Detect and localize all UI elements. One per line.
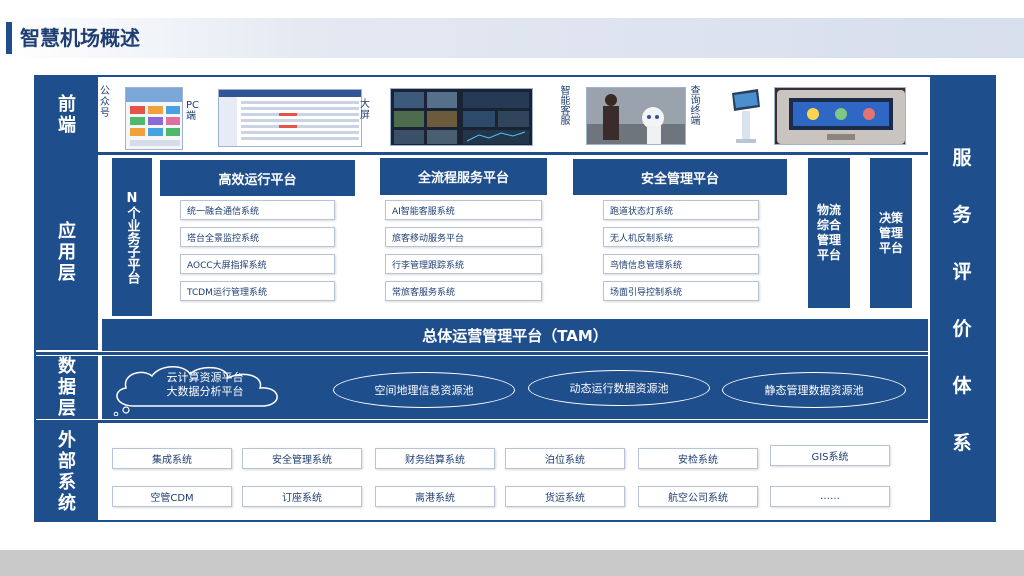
external-system: 安检系统 — [638, 448, 758, 469]
data-pool: 静态管理数据资源池 — [722, 372, 906, 408]
subsystem-item: 塔台全景监控系统 — [180, 227, 335, 247]
n-business-subplatforms: N个业务子平台 — [112, 158, 152, 316]
label-query-terminal: 查询终端 — [688, 85, 699, 125]
subsystem-item: 鸟情信息管理系统 — [603, 254, 759, 274]
cloud-computing-label: 云计算资源平台 — [166, 371, 244, 384]
subsystem-item: AI智能客服系统 — [385, 200, 542, 220]
kiosk-thumbnail — [720, 87, 770, 145]
subsystem-item: 常旅客服务系统 — [385, 281, 542, 301]
external-system: 订座系统 — [242, 486, 362, 507]
layer-label-external: 外 部 系 统 — [36, 423, 98, 520]
header-bar — [0, 18, 1024, 58]
header-accent — [6, 22, 12, 54]
external-system: 空管CDM — [112, 486, 232, 507]
service-evaluation-char: 服 — [952, 146, 972, 169]
external-system: 航空公司系统 — [638, 486, 758, 507]
platform-safety-management: 安全管理平台 — [573, 159, 787, 195]
external-system: 泊位系统 — [505, 448, 625, 469]
subsystem-item: TCDM运行管理系统 — [180, 281, 335, 301]
subsystem-item: 跑道状态灯系统 — [603, 200, 759, 220]
platform-full-service: 全流程服务平台 — [380, 158, 547, 195]
footer-bar — [0, 550, 1024, 576]
subsystem-item: 行李管理跟踪系统 — [385, 254, 542, 274]
pc-thumbnail — [218, 89, 362, 147]
external-system: GIS系统 — [770, 445, 890, 466]
data-pool: 动态运行数据资源池 — [528, 370, 710, 406]
service-evaluation-char: 系 — [952, 431, 972, 454]
external-system: 安全管理系统 — [242, 448, 362, 469]
layer-label-app: 应 用 层 — [36, 155, 98, 350]
service-evaluation-char: 务 — [952, 203, 972, 226]
label-pc: PC端 — [186, 100, 200, 122]
label-public-account: 公众号 — [100, 86, 110, 119]
platform-efficient-operation: 高效运行平台 — [160, 160, 355, 196]
label-big-screen: 大屏 — [360, 99, 370, 121]
service-evaluation-char: 体 — [952, 374, 972, 397]
tam-platform: 总体运营管理平台（TAM） — [102, 319, 928, 351]
cloud-labels: 云计算资源平台 大数据分析平台 — [140, 371, 270, 399]
external-system: 离港系统 — [375, 486, 495, 507]
page-title: 智慧机场概述 — [20, 26, 140, 50]
big-screen-thumbnail — [390, 88, 533, 146]
subsystem-item: 无人机反制系统 — [603, 227, 759, 247]
logistics-platform: 物流综合管理平台 — [808, 158, 850, 308]
subsystem-item: 统一融合通信系统 — [180, 200, 335, 220]
external-system: 财务结算系统 — [375, 448, 495, 469]
decision-platform: 决策管理平台 — [870, 158, 912, 308]
service-evaluation-char: 价 — [952, 317, 972, 340]
public-account-thumbnail — [125, 87, 183, 150]
data-pool: 空间地理信息资源池 — [333, 372, 515, 408]
subsystem-item: 场面引导控制系统 — [603, 281, 759, 301]
divider-front — [36, 152, 928, 155]
external-system: …… — [770, 486, 890, 507]
layer-label-data: 数 据 层 — [36, 356, 98, 419]
service-evaluation-char: 评 — [952, 260, 972, 283]
external-system: 集成系统 — [112, 448, 232, 469]
subsystem-item: AOCC大屏指挥系统 — [180, 254, 335, 274]
subsystem-item: 旅客移动服务平台 — [385, 227, 542, 247]
divider-data — [36, 420, 928, 423]
layer-label-front: 前 端 — [36, 77, 98, 152]
smart-service-thumbnail — [586, 87, 686, 145]
service-evaluation-system: 服 务 评 价 体 系 — [930, 77, 994, 520]
divider-app — [36, 352, 928, 355]
external-system: 货运系统 — [505, 486, 625, 507]
terminal-device-thumbnail — [774, 87, 906, 145]
label-smart-service: 智能客服 — [558, 85, 569, 125]
big-data-label: 大数据分析平台 — [166, 385, 244, 398]
